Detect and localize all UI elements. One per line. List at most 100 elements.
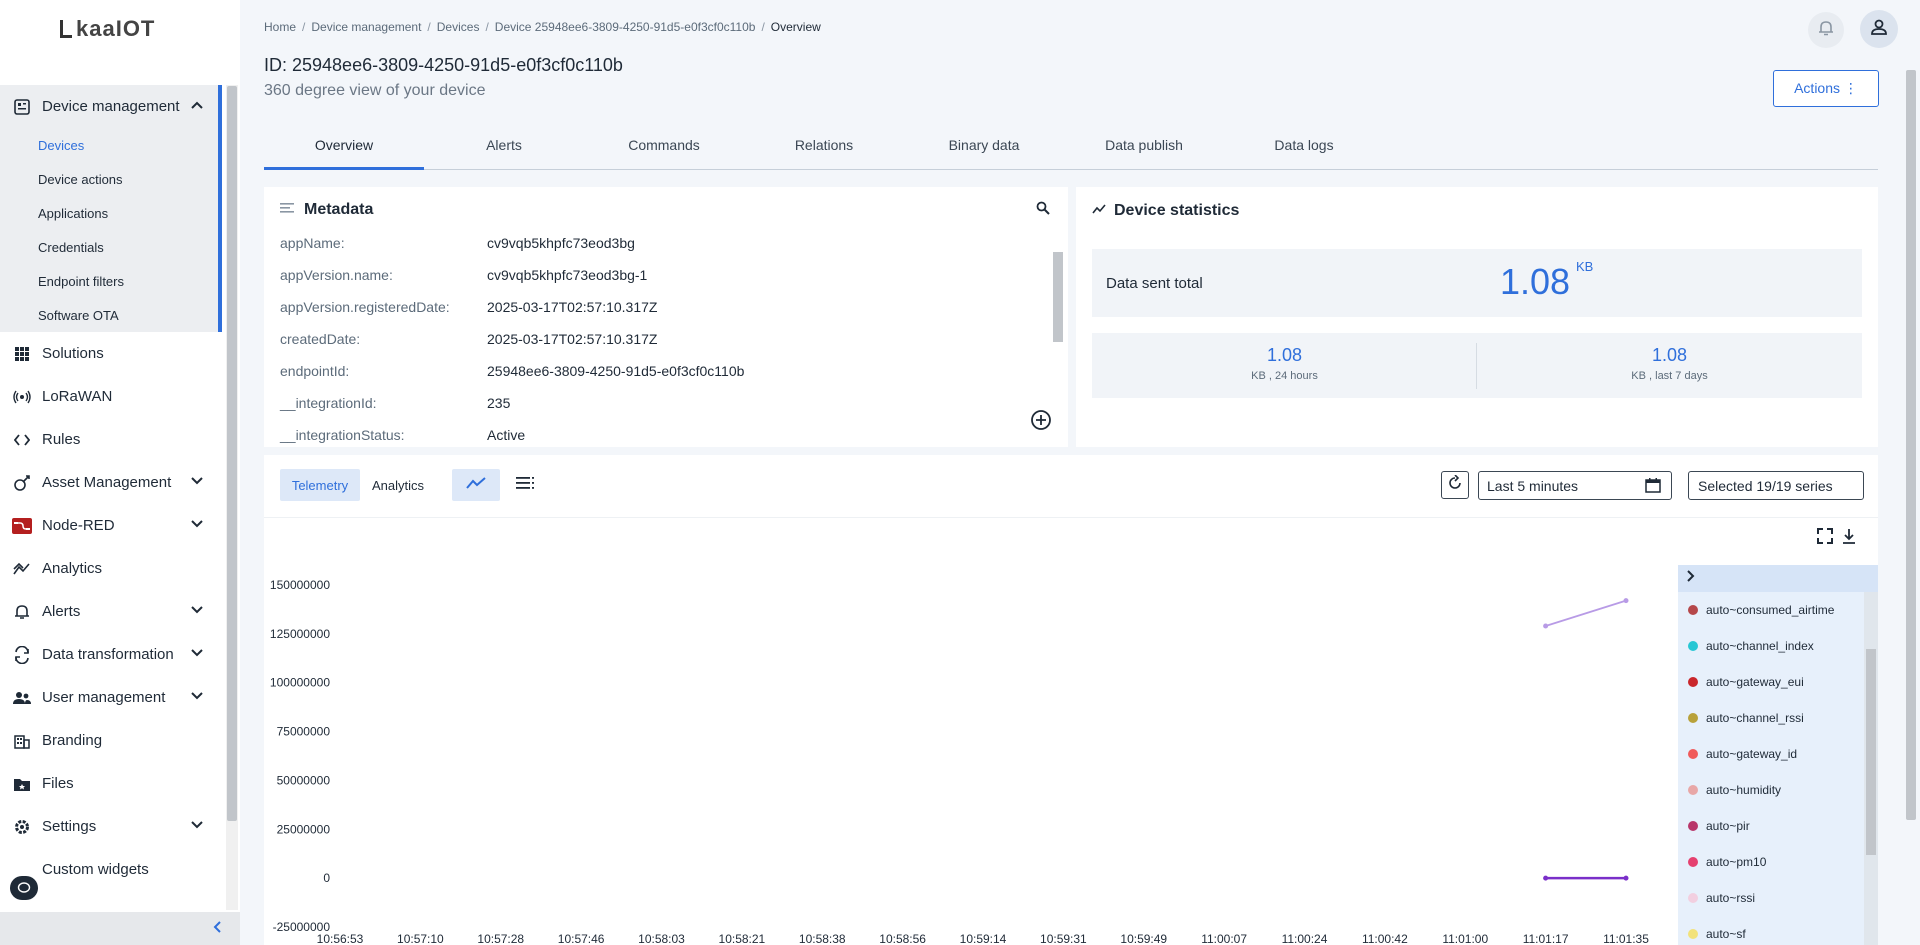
breadcrumb-device[interactable]: Device 25948ee6-3809-4250-91d5-e0f3cf0c1… bbox=[495, 20, 756, 34]
chevron-down-icon[interactable] bbox=[190, 817, 204, 833]
legend-scrollbar-thumb[interactable] bbox=[1866, 649, 1876, 855]
metadata-scrollbar-thumb[interactable] bbox=[1053, 252, 1063, 342]
sidebar-subitem-applications[interactable]: Applications bbox=[0, 196, 222, 230]
sidebar: kaaIOT Device management Devices Device … bbox=[0, 0, 240, 945]
stat-7d: 1.08 KB , last 7 days bbox=[1477, 333, 1862, 398]
sidebar-item-lorawan[interactable]: LoRaWAN bbox=[0, 375, 222, 418]
sidebar-item-solutions[interactable]: Solutions bbox=[0, 332, 222, 375]
sidebar-subitem-device-actions[interactable]: Device actions bbox=[0, 162, 222, 196]
sidebar-subitem-devices[interactable]: Devices bbox=[0, 128, 222, 162]
sidebar-item-node-red[interactable]: Node-RED bbox=[0, 504, 222, 547]
stat-24h-label: KB , 24 hours bbox=[1251, 370, 1318, 382]
series-selector[interactable]: Selected 19/19 series bbox=[1688, 471, 1864, 500]
branding-icon bbox=[12, 731, 32, 751]
stats-title: Device statistics bbox=[1092, 202, 1239, 220]
legend-item[interactable]: auto~rssi bbox=[1678, 880, 1864, 916]
telemetry-toggle[interactable]: Telemetry bbox=[280, 469, 360, 501]
sidebar-subitem-software-ota[interactable]: Software OTA bbox=[0, 298, 222, 332]
metadata-row: endpointId: 25948ee6-3809-4250-91d5-e0f3c… bbox=[280, 355, 1040, 387]
search-icon[interactable] bbox=[1036, 201, 1050, 220]
notifications-button[interactable] bbox=[1808, 12, 1844, 48]
x-tick-label: 10:59:49 bbox=[1120, 932, 1167, 945]
list-view-icon bbox=[516, 476, 536, 495]
bell-icon bbox=[1818, 19, 1834, 42]
y-tick-label: 50000000 bbox=[277, 773, 331, 787]
data-point[interactable] bbox=[1543, 875, 1549, 881]
tab-data-publish[interactable]: Data publish bbox=[1064, 130, 1224, 169]
legend-item[interactable]: auto~channel_rssi bbox=[1678, 700, 1864, 736]
x-tick-label: 10:58:21 bbox=[719, 932, 766, 945]
legend-expand-icon[interactable] bbox=[1686, 569, 1696, 588]
x-tick-label: 10:59:31 bbox=[1040, 932, 1087, 945]
chat-icon[interactable] bbox=[10, 876, 38, 900]
chevron-down-icon[interactable] bbox=[190, 516, 204, 532]
sidebar-item-alerts[interactable]: Alerts bbox=[0, 590, 222, 633]
tab-data-logs[interactable]: Data logs bbox=[1224, 130, 1384, 169]
data-point[interactable] bbox=[1543, 623, 1549, 629]
sidebar-scrollbar-thumb[interactable] bbox=[227, 86, 237, 821]
actions-button[interactable]: Actions ⋮ bbox=[1773, 70, 1879, 107]
legend-label: auto~gateway_eui bbox=[1706, 675, 1804, 689]
sidebar-item-user-management[interactable]: User management bbox=[0, 676, 222, 719]
legend-item[interactable]: auto~humidity bbox=[1678, 772, 1864, 808]
fullscreen-icon[interactable] bbox=[1817, 528, 1833, 549]
sidebar-item-branding[interactable]: Branding bbox=[0, 719, 222, 762]
breadcrumb-device-management[interactable]: Device management bbox=[311, 20, 421, 34]
legend-label: auto~rssi bbox=[1706, 891, 1756, 905]
tab-relations[interactable]: Relations bbox=[744, 130, 904, 169]
data-point[interactable] bbox=[1623, 875, 1629, 881]
legend-item[interactable]: auto~consumed_airtime bbox=[1678, 592, 1864, 628]
metadata-key: __integrationId: bbox=[280, 395, 377, 411]
metadata-row: appVersion.name: cv9vqb5khpfc73eod3bg-1 bbox=[280, 259, 1040, 291]
users-icon bbox=[12, 688, 32, 708]
sidebar-subitem-endpoint-filters[interactable]: Endpoint filters bbox=[0, 264, 222, 298]
y-tick-label: 75000000 bbox=[277, 725, 331, 739]
x-tick-label: 11:01:00 bbox=[1442, 932, 1488, 945]
sidebar-subitem-credentials[interactable]: Credentials bbox=[0, 230, 222, 264]
chevron-down-icon[interactable] bbox=[190, 645, 204, 661]
legend-list: auto~consumed_airtime auto~channel_indexa… bbox=[1678, 592, 1864, 945]
data-point[interactable] bbox=[1623, 598, 1629, 604]
legend-item[interactable]: auto~pir bbox=[1678, 808, 1864, 844]
sidebar-item-files[interactable]: Files bbox=[0, 762, 222, 805]
line-chart-toggle[interactable] bbox=[452, 469, 500, 501]
table-view-toggle[interactable] bbox=[508, 469, 544, 501]
time-range-picker[interactable]: Last 5 minutes bbox=[1478, 471, 1672, 500]
sidebar-item-analytics[interactable]: Analytics bbox=[0, 547, 222, 590]
legend-item[interactable]: auto~pm10 bbox=[1678, 844, 1864, 880]
page-scrollbar[interactable] bbox=[1906, 70, 1916, 820]
legend-item[interactable]: auto~gateway_eui bbox=[1678, 664, 1864, 700]
add-circle-icon[interactable] bbox=[1030, 409, 1052, 436]
chevron-up-icon[interactable] bbox=[190, 97, 204, 113]
tab-commands[interactable]: Commands bbox=[584, 130, 744, 169]
chevron-down-icon[interactable] bbox=[190, 602, 204, 618]
legend-item[interactable]: auto~sf bbox=[1678, 916, 1864, 945]
sidebar-item-rules[interactable]: Rules bbox=[0, 418, 222, 461]
sidebar-item-asset-management[interactable]: Asset Management bbox=[0, 461, 222, 504]
sidebar-item-settings[interactable]: Settings bbox=[0, 805, 222, 848]
metadata-value: cv9vqb5khpfc73eod3bg bbox=[487, 235, 635, 251]
sidebar-item-label: Custom widgets bbox=[42, 861, 149, 878]
series-line[interactable] bbox=[1545, 599, 1627, 627]
tab-alerts[interactable]: Alerts bbox=[424, 130, 584, 169]
sidebar-collapse-button[interactable] bbox=[0, 912, 240, 945]
user-menu-button[interactable] bbox=[1860, 10, 1898, 48]
download-icon[interactable] bbox=[1842, 528, 1856, 549]
tab-overview[interactable]: Overview bbox=[264, 130, 424, 170]
stat-24h-value: 1.08 bbox=[1266, 345, 1303, 365]
legend-item[interactable]: auto~channel_index bbox=[1678, 628, 1864, 664]
sidebar-item-label: Files bbox=[42, 775, 74, 792]
chevron-down-icon[interactable] bbox=[190, 688, 204, 704]
breadcrumb-devices[interactable]: Devices bbox=[437, 20, 480, 34]
chevron-down-icon[interactable] bbox=[190, 473, 204, 489]
refresh-button[interactable] bbox=[1441, 471, 1469, 499]
kaaiot-logo[interactable]: kaaIOT bbox=[60, 16, 180, 42]
sidebar-item-device-management[interactable]: Device management bbox=[0, 85, 222, 128]
breadcrumb-home[interactable]: Home bbox=[264, 20, 296, 34]
sidebar-item-label: Settings bbox=[42, 818, 97, 835]
analytics-toggle[interactable]: Analytics bbox=[360, 469, 436, 501]
legend-item[interactable]: auto~gateway_id bbox=[1678, 736, 1864, 772]
sidebar-item-data-transformation[interactable]: Data transformation bbox=[0, 633, 222, 676]
sidebar-item-label: Alerts bbox=[42, 603, 81, 620]
tab-binary-data[interactable]: Binary data bbox=[904, 130, 1064, 169]
